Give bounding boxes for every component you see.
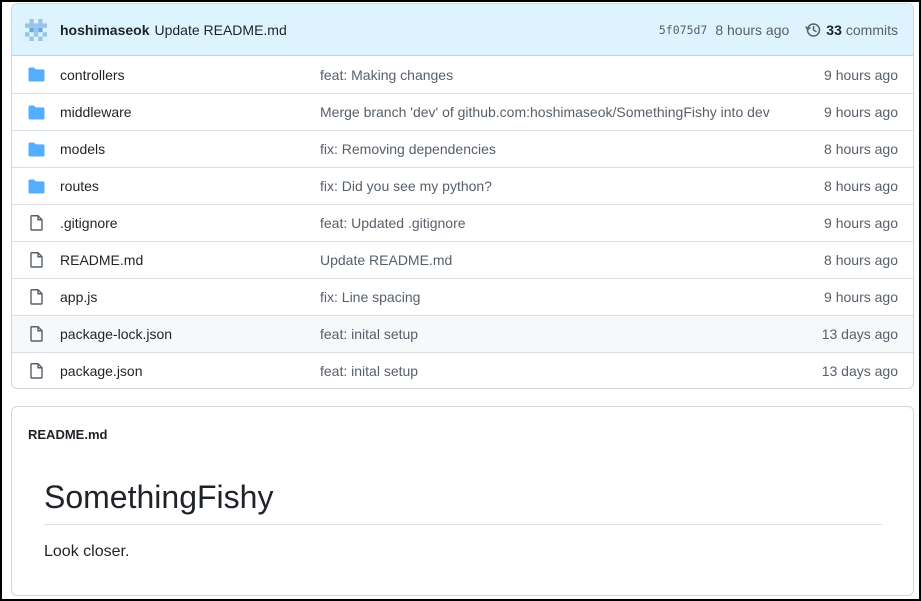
file-row-package-json[interactable]: package.json feat: inital setup 13 days … <box>12 352 913 388</box>
latest-commit-bar: hoshimaseok Update README.md 5f075d7 8 h… <box>12 4 913 56</box>
file-commit-age: 13 days ago <box>821 326 898 342</box>
commits-label[interactable]: commits <box>846 22 898 38</box>
readme-filename-link[interactable]: README.md <box>28 427 107 442</box>
history-icon <box>805 22 821 37</box>
file-row-readme[interactable]: README.md Update README.md 8 hours ago <box>12 241 913 278</box>
file-commit-age: 9 hours ago <box>824 104 898 120</box>
file-name-link[interactable]: package.json <box>60 363 320 379</box>
commit-sha-link[interactable]: 5f075d7 <box>659 23 707 37</box>
file-row-app-js[interactable]: app.js fix: Line spacing 9 hours ago <box>12 278 913 315</box>
file-row-models[interactable]: models fix: Removing dependencies 8 hour… <box>12 130 913 167</box>
readme-content: SomethingFishy Look closer. <box>12 461 913 561</box>
folder-icon <box>28 178 45 194</box>
file-commit-age: 9 hours ago <box>824 66 898 83</box>
file-commit-message[interactable]: Update README.md <box>320 252 814 268</box>
file-name-link[interactable]: middleware <box>60 104 320 120</box>
file-name-link[interactable]: README.md <box>60 252 320 268</box>
file-commit-age: 9 hours ago <box>824 215 898 231</box>
file-name-link[interactable]: .gitignore <box>60 215 320 231</box>
file-commit-message[interactable]: fix: Line spacing <box>320 289 814 305</box>
folder-icon <box>28 141 45 157</box>
file-icon <box>28 363 45 379</box>
commit-author-link[interactable]: hoshimaseok <box>60 22 149 38</box>
file-icon <box>28 252 45 268</box>
readme-panel: README.md SomethingFishy Look closer. <box>11 406 914 596</box>
file-commit-message[interactable]: feat: Updated .gitignore <box>320 215 814 231</box>
file-name-link[interactable]: models <box>60 141 320 157</box>
file-icon <box>28 289 45 305</box>
file-name-link[interactable]: app.js <box>60 289 320 305</box>
file-commit-message[interactable]: feat: inital setup <box>320 326 812 342</box>
file-icon <box>28 326 45 342</box>
folder-icon <box>28 67 45 83</box>
file-icon <box>28 215 45 231</box>
readme-title: SomethingFishy <box>44 479 882 525</box>
file-commit-message[interactable]: feat: inital setup <box>320 363 812 379</box>
file-row-routes[interactable]: routes fix: Did you see my python? 8 hou… <box>12 167 913 204</box>
commit-age: 8 hours ago <box>715 21 790 38</box>
file-browser: hoshimaseok Update README.md 5f075d7 8 h… <box>11 3 914 389</box>
file-commit-age: 8 hours ago <box>824 252 898 268</box>
file-commit-age: 8 hours ago <box>824 178 898 194</box>
file-row-controllers[interactable]: controllers feat: Making changes 9 hours… <box>12 56 913 93</box>
file-commit-age: 13 days ago <box>821 363 898 379</box>
file-name-link[interactable]: package-lock.json <box>60 326 320 342</box>
readme-header: README.md <box>12 407 913 461</box>
file-commit-message[interactable]: Merge branch 'dev' of github.com:hoshima… <box>320 104 814 120</box>
commits-count[interactable]: 33 <box>826 22 842 38</box>
file-row-middleware[interactable]: middleware Merge branch 'dev' of github.… <box>12 93 913 130</box>
file-row-gitignore[interactable]: .gitignore feat: Updated .gitignore 9 ho… <box>12 204 913 241</box>
file-commit-age: 8 hours ago <box>824 141 898 157</box>
readme-paragraph: Look closer. <box>44 543 130 560</box>
file-row-package-lock[interactable]: package-lock.json feat: inital setup 13 … <box>12 315 913 352</box>
file-name-link[interactable]: routes <box>60 178 320 194</box>
file-commit-age: 9 hours ago <box>824 289 898 305</box>
commit-message-link[interactable]: Update README.md <box>154 22 286 38</box>
file-commit-message[interactable]: fix: Removing dependencies <box>320 141 814 157</box>
commit-meta: 5f075d7 8 hours ago 33 commits <box>659 22 898 38</box>
folder-icon <box>28 104 45 120</box>
file-commit-message[interactable]: feat: Making changes <box>320 67 814 83</box>
file-list: controllers feat: Making changes 9 hours… <box>12 56 913 388</box>
avatar[interactable] <box>25 18 47 41</box>
file-name-link[interactable]: controllers <box>60 67 320 83</box>
file-commit-message[interactable]: fix: Did you see my python? <box>320 178 814 194</box>
